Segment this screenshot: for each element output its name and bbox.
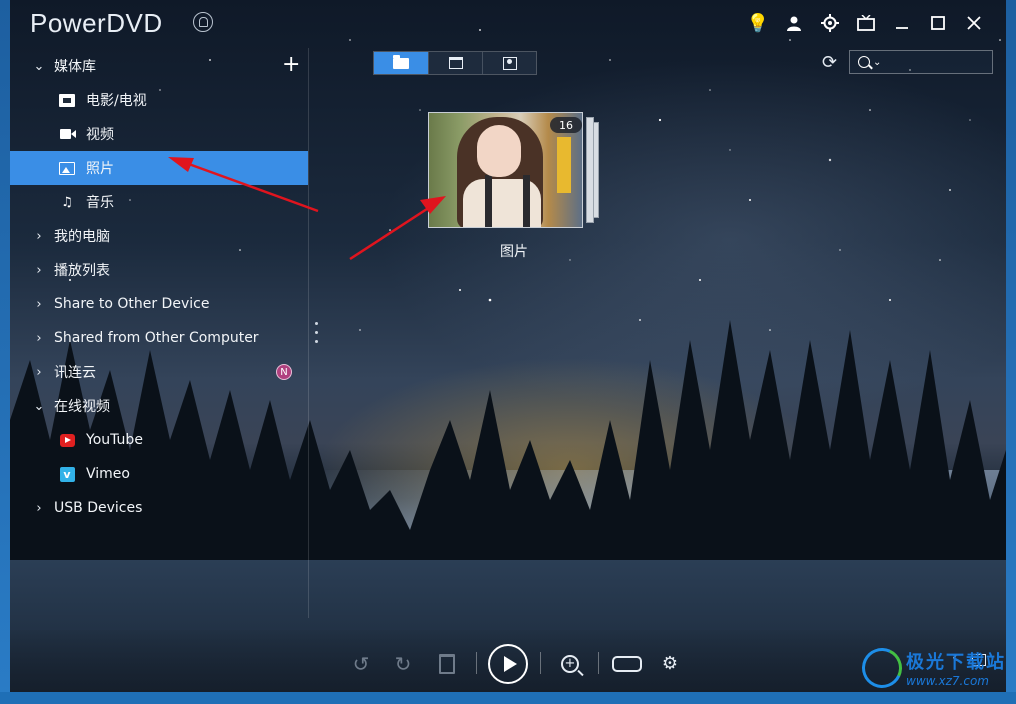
trash-icon: [439, 654, 455, 674]
chevron-right-icon: ›: [36, 262, 42, 278]
sidebar-item-movies-tv[interactable]: 电影/电视: [10, 83, 308, 117]
sidebar-item-label: 播放列表: [54, 263, 110, 279]
sidebar-item-label: 照片: [86, 161, 114, 177]
sidebar-item-label: Shared from Other Computer: [54, 330, 259, 346]
sidebar-item-label: Vimeo: [86, 466, 130, 482]
watermark: 极光下载站 www.xz7.com: [856, 642, 1006, 692]
sidebar-item-my-computer[interactable]: › 我的电脑: [10, 219, 308, 253]
watermark-title: 极光下载站: [906, 652, 1006, 673]
sidebar-divider[interactable]: [308, 48, 309, 618]
playback-settings-icon[interactable]: ⚙: [654, 650, 686, 676]
sidebar-item-cyberlink-cloud[interactable]: › 讯连云 N: [10, 355, 308, 389]
sidebar-item-label: 在线视频: [54, 399, 110, 415]
sidebar-item-label: 音乐: [86, 195, 114, 211]
youtube-icon: [58, 432, 76, 448]
tab-folder-view[interactable]: [374, 52, 428, 74]
sidebar-item-vimeo[interactable]: v Vimeo: [10, 457, 308, 491]
rotate-left-icon[interactable]: ↺: [348, 652, 374, 676]
chevron-down-icon: ⌄: [33, 58, 45, 74]
thumbnail-strap: [523, 175, 530, 227]
chevron-right-icon: ›: [36, 364, 42, 380]
chevron-right-icon: ›: [36, 296, 42, 312]
desktop-right-strip: [1006, 0, 1016, 704]
watermark-logo: [856, 642, 908, 692]
sidebar-item-label: Share to Other Device: [54, 296, 210, 312]
sidebar-item-label: 讯连云: [54, 365, 96, 381]
folder-icon: [393, 54, 409, 69]
sidebar-item-label: YouTube: [86, 432, 143, 448]
play-button[interactable]: [488, 644, 528, 684]
settings-icon[interactable]: [812, 10, 848, 36]
music-icon: ♫: [61, 194, 73, 210]
chevron-down-icon: ⌄: [33, 398, 45, 414]
watermark-url: www.xz7.com: [906, 674, 989, 688]
sidebar-item-music[interactable]: ♫ 音乐: [10, 185, 308, 219]
desktop-bottom-strip: [0, 692, 1016, 704]
zoom-in-icon: +: [561, 655, 579, 673]
album-thumbnail[interactable]: 16: [428, 112, 583, 228]
maximize-icon[interactable]: [920, 10, 956, 36]
sidebar-resize-handle[interactable]: [315, 322, 319, 348]
sidebar-item-youtube[interactable]: YouTube: [10, 423, 308, 457]
notification-bell-icon[interactable]: [193, 12, 213, 32]
zoom-button[interactable]: +: [558, 652, 582, 676]
add-icon[interactable]: +: [282, 54, 300, 76]
calendar-icon: [448, 57, 463, 69]
chevron-right-icon: ›: [36, 500, 42, 516]
album-label: 图片: [500, 244, 528, 260]
titlebar-controls: 💡: [740, 10, 992, 36]
chevron-right-icon: ›: [36, 228, 42, 244]
chevron-down-icon[interactable]: ⌄: [873, 57, 881, 68]
sidebar-item-shared-from-computer[interactable]: › Shared from Other Computer: [10, 321, 308, 355]
search-box[interactable]: ⌄: [849, 50, 993, 74]
sidebar-item-media-library[interactable]: ⌄ 媒体库 +: [10, 49, 308, 83]
sidebar-item-label: USB Devices: [54, 500, 143, 516]
vimeo-icon: v: [58, 466, 76, 482]
person-icon: [502, 56, 517, 70]
delete-button[interactable]: [436, 652, 458, 676]
powerdvd-window: PowerDVD 💡 ⌄ 媒体库 + 电影/电视 视频 照片 ♫ 音乐 › 我的…: [10, 0, 1006, 692]
vr-icon: [612, 656, 642, 672]
search-input[interactable]: [887, 55, 988, 69]
film-icon: [58, 92, 76, 108]
app-title: PowerDVD: [30, 8, 163, 38]
tv-icon[interactable]: [848, 10, 884, 36]
search-icon: [858, 56, 870, 68]
sidebar-item-label: 我的电脑: [54, 229, 110, 245]
sidebar-item-usb-devices[interactable]: › USB Devices: [10, 491, 308, 525]
vr-mode-button[interactable]: [610, 652, 644, 676]
sidebar-item-videos[interactable]: 视频: [10, 117, 308, 151]
sidebar-item-online-video[interactable]: ⌄ 在线视频: [10, 389, 308, 423]
thumbnail-strap: [485, 175, 492, 227]
chevron-right-icon: ›: [36, 330, 42, 346]
sidebar-item-photos[interactable]: 照片: [10, 151, 308, 185]
new-badge: N: [276, 364, 292, 380]
sidebar-item-label: 媒体库: [54, 59, 96, 75]
tab-date-view[interactable]: [428, 52, 482, 74]
close-icon[interactable]: [956, 10, 992, 36]
photo-count-badge: 16: [550, 117, 582, 133]
rotate-right-icon[interactable]: ↻: [390, 652, 416, 676]
bulb-icon[interactable]: 💡: [740, 10, 776, 36]
sidebar-item-label: 电影/电视: [86, 93, 147, 109]
sidebar-item-share-to-device[interactable]: › Share to Other Device: [10, 287, 308, 321]
toolbar-divider: [540, 652, 541, 674]
toolbar-divider: [476, 652, 477, 674]
tab-people-view[interactable]: [482, 52, 536, 74]
view-mode-tabs: [373, 51, 537, 75]
thumbnail-background-sign: [557, 137, 571, 193]
user-icon[interactable]: [776, 10, 812, 36]
toolbar-divider: [598, 652, 599, 674]
refresh-icon[interactable]: ⟳: [822, 52, 837, 73]
thumbnail-face: [477, 125, 521, 177]
desktop-left-strip: [0, 0, 10, 704]
minimize-icon[interactable]: [884, 10, 920, 36]
sidebar-item-playlists[interactable]: › 播放列表: [10, 253, 308, 287]
video-icon: [58, 126, 76, 142]
sidebar-item-label: 视频: [86, 127, 114, 143]
photo-album-card[interactable]: 16: [428, 112, 599, 232]
sidebar: ⌄ 媒体库 + 电影/电视 视频 照片 ♫ 音乐 › 我的电脑 › 播放列表 ›…: [10, 48, 308, 616]
album-stack-layer: [586, 117, 594, 223]
photo-icon: [58, 160, 76, 176]
